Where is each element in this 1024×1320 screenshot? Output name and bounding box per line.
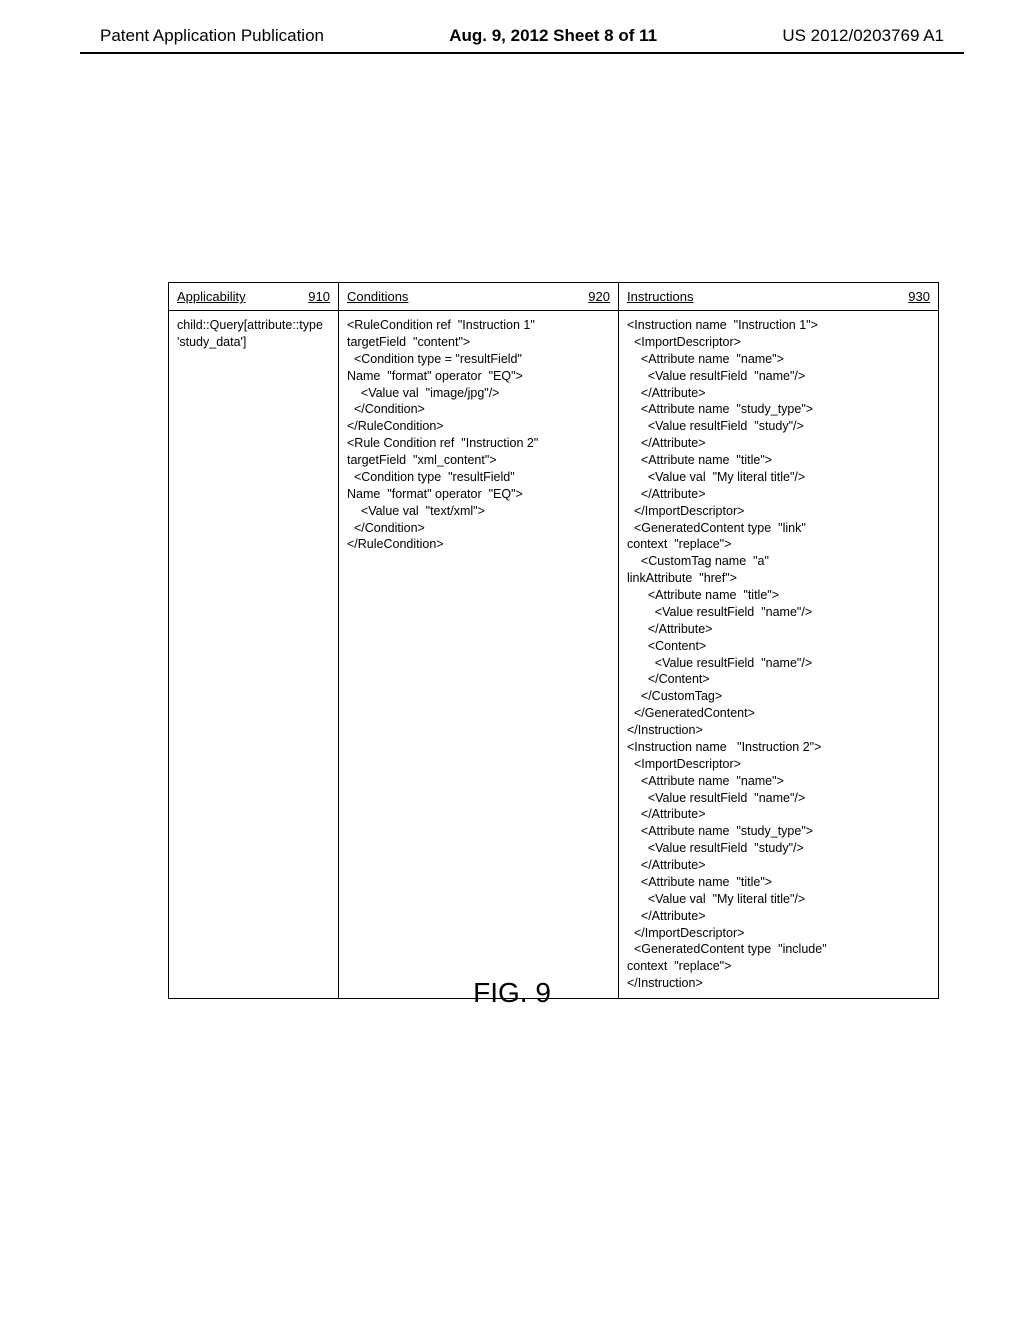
col-ref-num: 910 [308,289,330,304]
col-header-instructions: Instructions 930 [619,283,939,311]
figure-caption: FIG. 9 [0,977,1024,1009]
col-header-conditions: Conditions 920 [339,283,619,311]
cell-instructions: <Instruction name "Instruction 1"> <Impo… [619,311,939,999]
header-rule [80,52,964,54]
figure-9-table: Applicability 910 Conditions 920 Instruc… [168,282,939,999]
col-ref-num: 920 [588,289,610,304]
cell-applicability: child::Query[attribute::type 'study_data… [169,311,339,999]
col-label: Instructions [627,289,693,304]
table-row: child::Query[attribute::type 'study_data… [169,311,939,999]
header-left: Patent Application Publication [100,26,324,46]
cell-conditions: <RuleCondition ref "Instruction 1" targe… [339,311,619,999]
header-center: Aug. 9, 2012 Sheet 8 of 11 [449,26,657,46]
header-right: US 2012/0203769 A1 [782,26,944,46]
col-header-applicability: Applicability 910 [169,283,339,311]
instructions-text: <Instruction name "Instruction 1"> <Impo… [627,317,930,992]
col-label: Conditions [347,289,408,304]
col-label: Applicability [177,289,246,304]
page-header: Patent Application Publication Aug. 9, 2… [100,26,944,46]
conditions-text: <RuleCondition ref "Instruction 1" targe… [347,317,610,553]
table-header-row: Applicability 910 Conditions 920 Instruc… [169,283,939,311]
col-ref-num: 930 [908,289,930,304]
applicability-text: child::Query[attribute::type 'study_data… [177,317,330,351]
